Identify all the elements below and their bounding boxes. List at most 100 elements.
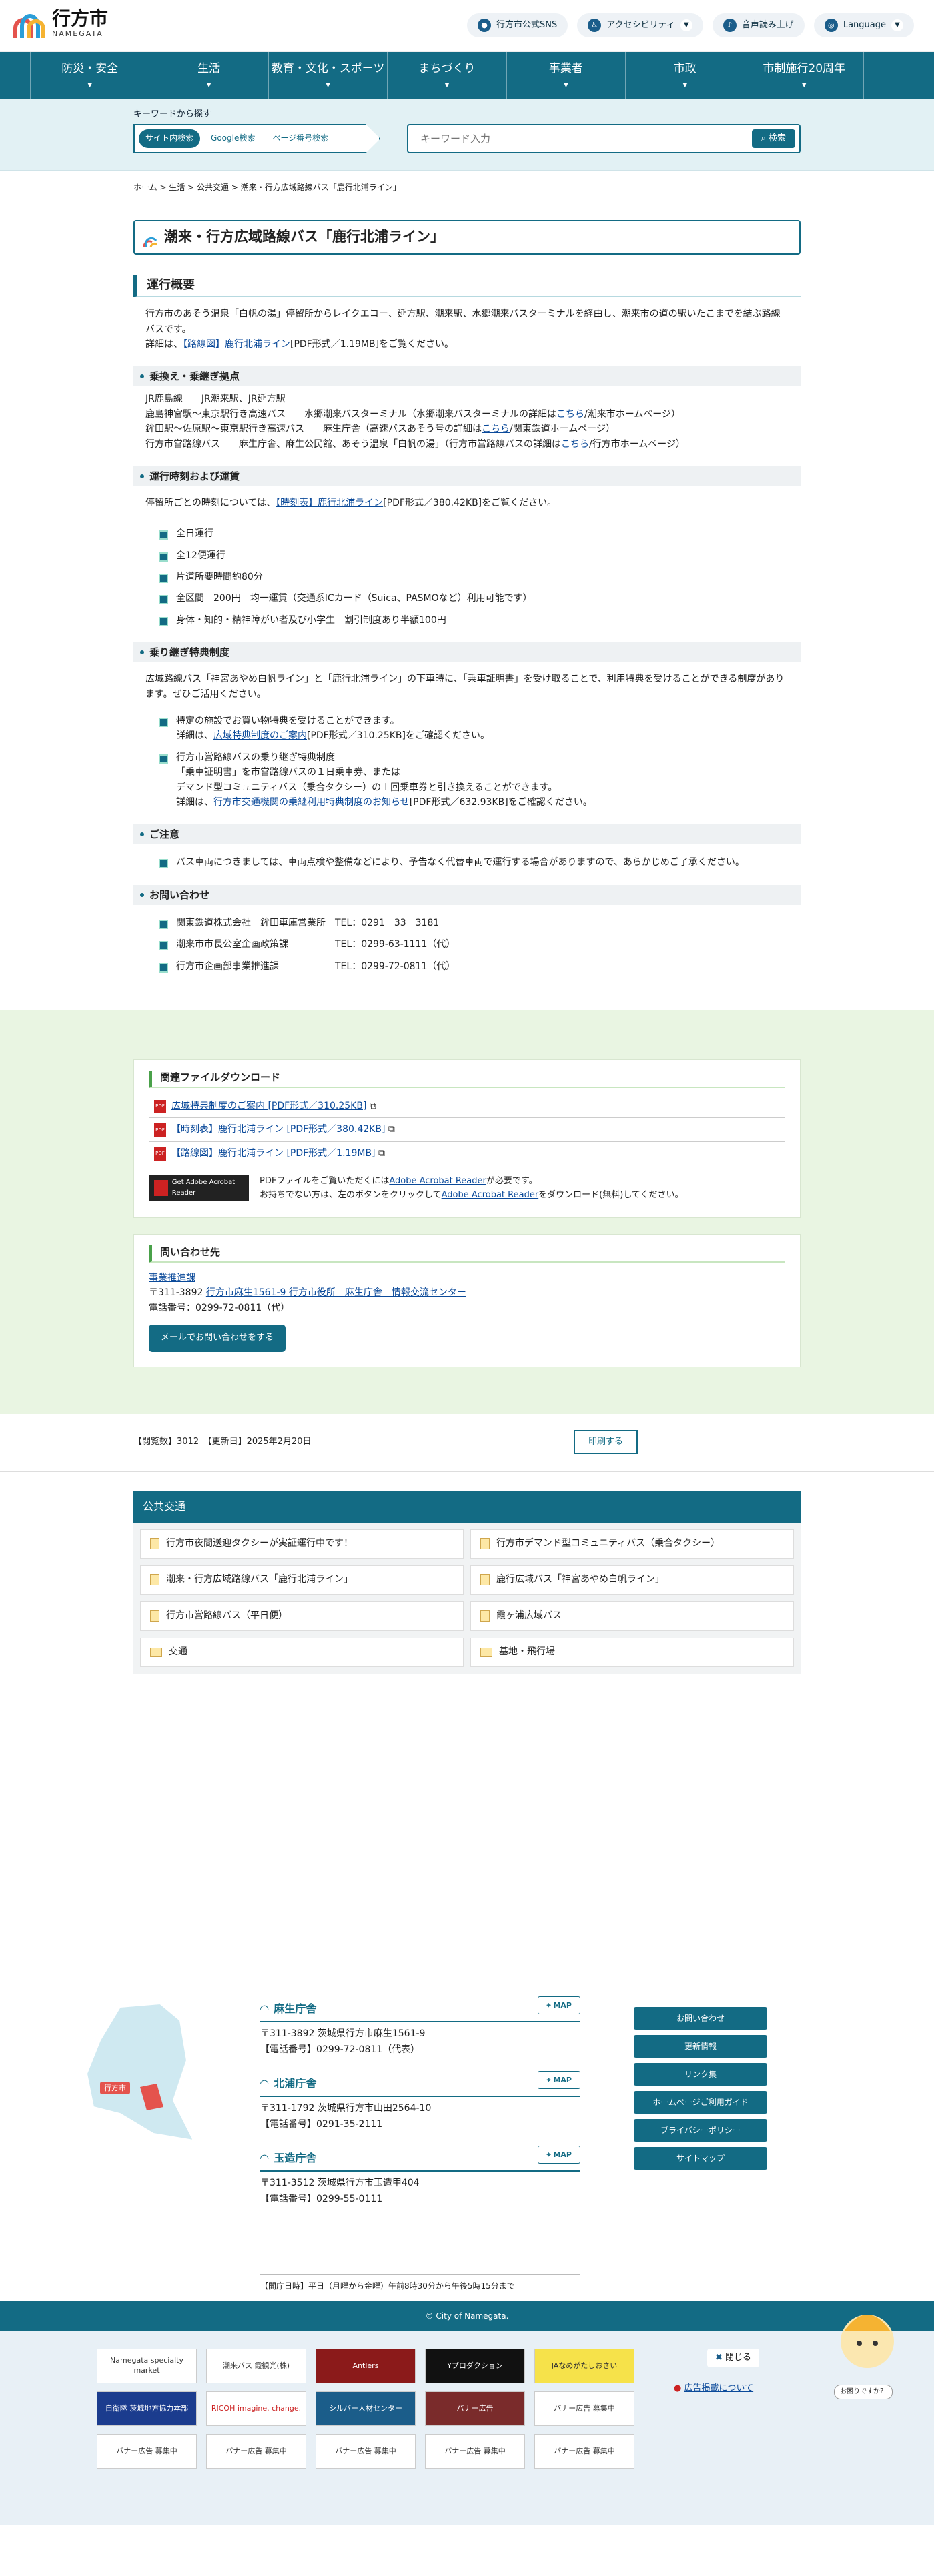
close-banner-button[interactable]: ✖ 閉じる: [707, 2348, 760, 2368]
related-info-area: 関連ファイルダウンロード PDF 広域特典制度のご案内 [PDF形式／310.25…: [0, 1009, 934, 1414]
nav-jigyousha[interactable]: 事業者 ▼: [507, 52, 626, 99]
itako-hp-link[interactable]: こちら: [556, 409, 584, 420]
map-pin-icon: ⌖: [546, 2000, 554, 2010]
download-item: PDF 【時刻表】鹿行北浦ライン [PDF形式／380.42KB] ⧉: [149, 1118, 785, 1142]
download-item: PDF 【路線図】鹿行北浦ライン [PDF形式／1.19MB] ⧉: [149, 1142, 785, 1166]
download-link[interactable]: 広域特典制度のご案内 [PDF形式／310.25KB]: [171, 1101, 366, 1111]
banner-ad[interactable]: Yプロダクション: [425, 2348, 525, 2383]
map-button[interactable]: ⌖ MAP: [538, 1996, 580, 2015]
nav-machizukuri[interactable]: まちづくり ▼: [388, 52, 507, 99]
folder-icon: [150, 1647, 162, 1657]
download-link[interactable]: 【路線図】鹿行北浦ライン [PDF形式／1.19MB]: [171, 1148, 376, 1159]
footer-link[interactable]: リンク集: [634, 2062, 767, 2086]
kantetsu-hp-link[interactable]: こちら: [482, 424, 510, 434]
ad-info-link[interactable]: ● 広告掲載について: [674, 2382, 753, 2396]
acrobat-link[interactable]: Adobe Acrobat Reader: [389, 1176, 486, 1186]
subsection-heading: 乗換え・乗継ぎ拠点: [133, 366, 801, 387]
footer-link[interactable]: プライバシーポリシー: [634, 2118, 767, 2142]
nav-20th[interactable]: 市制施行20周年 ▼: [745, 52, 864, 99]
search-label: キーワードから探す: [133, 109, 212, 119]
list-item: バス車両につきましては、車両点検や整備などにより、予告なく代替車両で運行する場合…: [159, 855, 801, 870]
breadcrumb-seikatsu[interactable]: 生活: [169, 183, 185, 192]
related-link[interactable]: 霞ヶ浦広域バス: [470, 1601, 794, 1631]
map-button[interactable]: ⌖ MAP: [538, 2070, 580, 2090]
tab-google-search[interactable]: Google検索: [204, 129, 262, 147]
benefit-guide-link[interactable]: 広域特典制度のご案内: [213, 730, 307, 741]
acrobat-reader-button[interactable]: Get Adobe Acrobat Reader: [149, 1175, 249, 1202]
contact-heading: 問い合わせ先: [149, 1245, 785, 1263]
footer-link[interactable]: ホームページご利用ガイド: [634, 2090, 767, 2114]
list-item: 片道所要時間約80分: [159, 570, 801, 584]
nav-shisei[interactable]: 市政 ▼: [626, 52, 745, 99]
banner-ad[interactable]: バナー広告 募集中: [316, 2433, 416, 2469]
related-link[interactable]: 基地・飛行場: [470, 1637, 794, 1667]
banner-ad[interactable]: シルバー人材センター: [316, 2391, 416, 2426]
page-title-box: 潮来・行方広域路線バス「鹿行北浦ライン」: [133, 220, 801, 255]
timetable-link[interactable]: 【時刻表】鹿行北浦ライン: [276, 498, 383, 508]
pdf-icon: PDF: [154, 1123, 166, 1137]
folder-icon: [480, 1647, 492, 1657]
speaker-icon: ♪: [723, 19, 737, 32]
language-button[interactable]: ◎ Language ▼: [813, 13, 914, 37]
list-item: 全区間 200円 均一運賃（交通系ICカード（Suica、PASMOなど）利用可…: [159, 591, 801, 606]
logo-mark-icon: ◠: [260, 2151, 269, 2164]
footer-link[interactable]: 更新情報: [634, 2034, 767, 2058]
related-link[interactable]: 鹿行広域バス「神宮あやめ白帆ライン」: [470, 1565, 794, 1595]
related-link[interactable]: 潮来・行方広域路線バス「鹿行北浦ライン」: [140, 1565, 464, 1595]
mail-contact-button[interactable]: メールでお問い合わせをする: [149, 1324, 286, 1352]
nav-kyouiku[interactable]: 教育・文化・スポーツ ▼: [269, 52, 388, 99]
acrobat-link[interactable]: Adobe Acrobat Reader: [442, 1190, 539, 1200]
breadcrumb-koukyou[interactable]: 公共交通: [197, 183, 229, 192]
banner-ad[interactable]: 潮来バス 霞観光(株): [206, 2348, 306, 2383]
list-item: 行方市企画部事業推進課 TEL：0299-72-0811（代）: [159, 959, 801, 974]
footer-link[interactable]: サイトマップ: [634, 2146, 767, 2170]
dept-link[interactable]: 事業推進課: [149, 1273, 195, 1283]
tab-page-number-search[interactable]: ページ番号検索: [266, 129, 335, 147]
chevron-down-icon: ▼: [801, 82, 807, 89]
accessibility-button[interactable]: ♿ アクセシビリティ ▼: [577, 13, 703, 37]
accessibility-icon: ♿: [588, 19, 602, 32]
banner-ad[interactable]: JAなめがたしおさい: [534, 2348, 634, 2383]
address-link[interactable]: 行方市麻生1561-9 行方市役所 麻生庁舎 情報交流センター: [206, 1287, 466, 1298]
external-link-icon: ⧉: [369, 1100, 376, 1111]
route-map-link[interactable]: 【路線図】鹿行北浦ライン: [183, 339, 290, 350]
download-link[interactable]: 【時刻表】鹿行北浦ライン [PDF形式／380.42KB]: [171, 1124, 385, 1135]
nav-bousai[interactable]: 防災・安全 ▼: [30, 52, 150, 99]
related-link[interactable]: 交通: [140, 1637, 464, 1667]
related-link[interactable]: 行方市デマンド型コミュニティバス（乗合タクシー）: [470, 1529, 794, 1559]
map-button[interactable]: ⌖ MAP: [538, 2145, 580, 2164]
breadcrumb-home[interactable]: ホーム: [133, 183, 157, 192]
banner-ad[interactable]: バナー広告 募集中: [534, 2391, 634, 2426]
banner-ad[interactable]: RICOH imagine. change.: [206, 2391, 306, 2426]
banner-ad[interactable]: Antlers: [316, 2348, 416, 2383]
tab-site-search[interactable]: サイト内検索: [139, 129, 201, 148]
banner-ad[interactable]: 自衛隊 茨城地方協力本部: [97, 2391, 197, 2426]
nav-seikatsu[interactable]: 生活 ▼: [149, 52, 269, 99]
banner-ad[interactable]: バナー広告 募集中: [97, 2433, 197, 2469]
namegata-hp-link[interactable]: こちら: [561, 439, 589, 450]
chevron-down-icon: ▼: [444, 82, 450, 89]
sns-button[interactable]: ● 行方市公式SNS: [467, 13, 568, 37]
banner-ad[interactable]: バナー広告: [425, 2391, 525, 2426]
search-icon: ⌕: [761, 133, 769, 143]
list-item: 全日運行: [159, 526, 801, 541]
speech-button[interactable]: ♪ 音声読み上げ: [712, 13, 805, 37]
search-input[interactable]: [420, 133, 752, 145]
site-logo[interactable]: 行方市 NAMEGATA: [13, 9, 108, 40]
transfer-notice-link[interactable]: 行方市交通機関の乗継利用特典制度のお知らせ: [213, 797, 410, 808]
banner-ad[interactable]: バナー広告 募集中: [206, 2433, 306, 2469]
acrobat-icon: [154, 1180, 168, 1197]
banner-ad[interactable]: Namegata specialty market: [97, 2348, 197, 2383]
related-link[interactable]: 行方市営路線バス（平日便）: [140, 1601, 464, 1631]
logo-jp: 行方市: [52, 7, 109, 29]
related-link[interactable]: 行方市夜間送迎タクシーが実証運行中です！: [140, 1529, 464, 1559]
footer-link[interactable]: お問い合わせ: [634, 2006, 767, 2030]
banner-area: Namegata specialty market 潮来バス 霞観光(株) An…: [0, 2314, 934, 2525]
search-button[interactable]: ⌕ 検索: [751, 129, 795, 149]
mascot-helper[interactable]: お困りですか？: [827, 2305, 907, 2411]
banner-ad[interactable]: バナー広告 募集中: [534, 2433, 634, 2469]
search-box: ⌕ 検索: [407, 124, 801, 153]
print-button[interactable]: 印刷する: [574, 1429, 638, 1455]
timetable-text: 停留所ごとの時刻については、【時刻表】鹿行北浦ライン[PDF形式／380.42K…: [145, 497, 557, 508]
banner-ad[interactable]: バナー広告 募集中: [425, 2433, 525, 2469]
